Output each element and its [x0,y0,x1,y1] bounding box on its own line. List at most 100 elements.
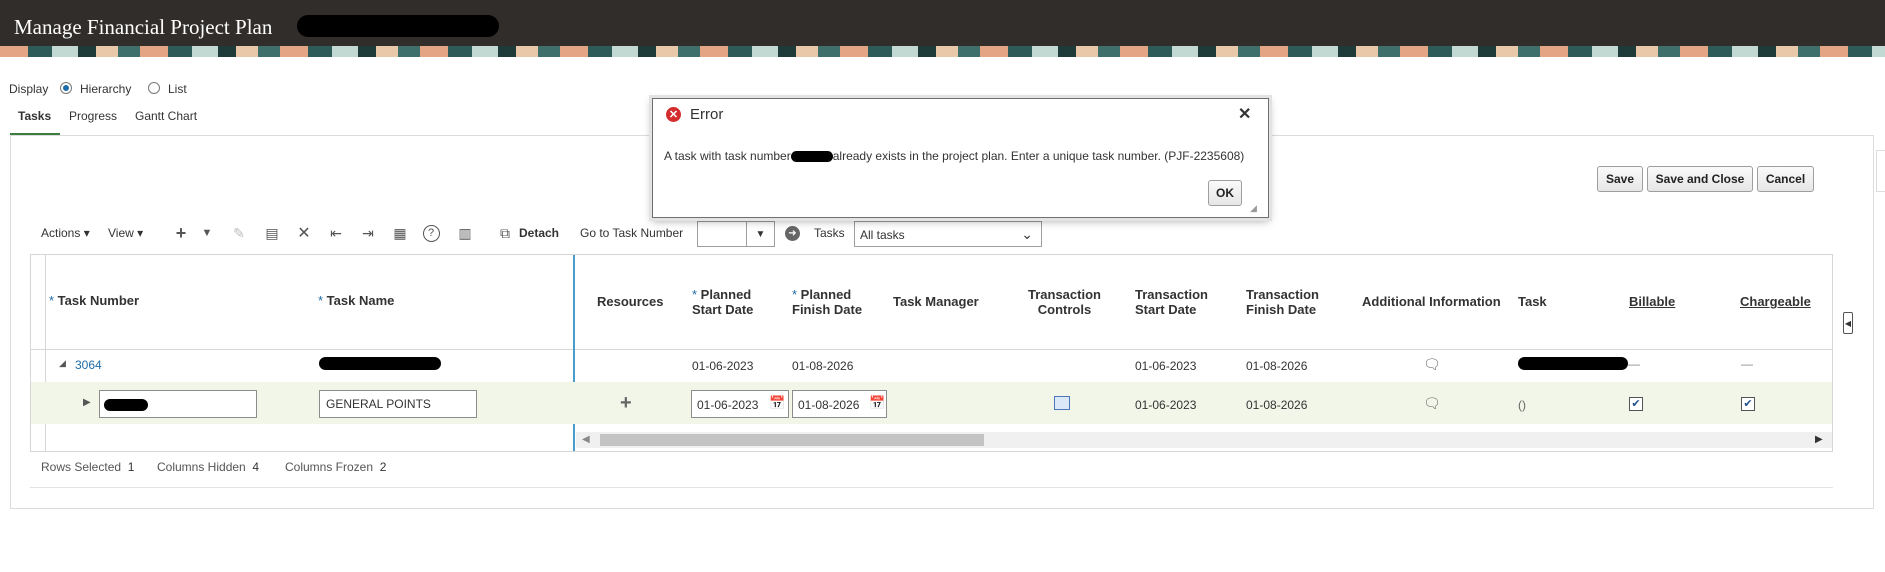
indent-icon[interactable]: ⇥ [359,224,377,242]
help-icon[interactable]: ? [422,224,440,242]
column-header-task[interactable]: Task [1518,294,1547,309]
error-icon: ✕ [666,107,681,122]
planned-finish-date-value: 01-08-2026 [798,398,860,412]
column-header-billable[interactable]: Billable [1629,294,1675,309]
planned-start-date: 01-06-2023 [692,359,754,373]
billable-checkbox[interactable]: ✔ [1629,397,1643,411]
chevron-down-icon: ▾ [137,226,144,240]
error-message: A task with task number already exists in… [664,149,1244,163]
scroll-right-icon[interactable]: ▶ [1815,434,1823,445]
cancel-button[interactable]: Cancel [1757,166,1814,192]
chargeable-value: — [1741,357,1753,371]
view-menu[interactable]: View ▾ [108,226,143,240]
go-arrow-icon[interactable]: ➜ [785,226,800,241]
chevron-down-icon: ⌄ [1021,226,1033,242]
display-hierarchy-label[interactable]: Hierarchy [80,82,131,96]
display-label: Display [9,82,49,96]
add-icon[interactable]: + [172,223,190,243]
close-icon[interactable]: ✕ [1238,104,1251,124]
planned-start-date-value: 01-06-2023 [697,398,759,412]
page-title: Manage Financial Project Plan [14,15,273,39]
task-value: () [1518,398,1526,412]
save-and-close-button[interactable]: Save and Close [1647,166,1753,192]
goto-task-number-label: Go to Task Number [580,226,684,240]
detach-icon[interactable]: ⧉ [496,224,514,242]
chargeable-checkbox[interactable]: ✔ [1741,397,1755,411]
display-list-label[interactable]: List [168,82,187,96]
actions-menu-label: Actions [41,226,81,240]
transaction-finish-date: 01-08-2026 [1246,359,1308,373]
transaction-finish-date: 01-08-2026 [1246,398,1308,412]
tab-progress[interactable]: Progress [69,109,117,123]
side-panel-edge [1876,150,1885,192]
task-name-input[interactable]: GENERAL POINTS [319,390,477,418]
save-button[interactable]: Save [1597,166,1643,192]
error-dialog-title: Error [690,106,724,123]
additional-info-icon[interactable]: 🗨 [1423,356,1441,373]
chevron-down-icon: ▾ [83,226,90,240]
planned-start-date-input[interactable]: 01-06-2023 📅 [691,390,789,418]
status-rows-selected: Rows Selected 1 [41,460,135,474]
actions-menu[interactable]: Actions ▾ [41,226,90,240]
columns-icon[interactable]: ▥ [456,224,474,242]
column-header-task-manager[interactable]: Task Manager [893,294,979,309]
tasks-filter-value: All tasks [860,228,905,242]
error-message-end: already exists in the project plan. Ente… [832,149,1245,163]
tasks-filter-select[interactable]: All tasks ⌄ [854,221,1042,247]
error-message-start: A task with task number [664,149,791,163]
redacted-task-value [1518,357,1628,370]
collapse-icon[interactable]: ◢ [59,358,66,369]
transaction-start-date: 01-06-2023 [1135,359,1197,373]
resize-handle-icon[interactable]: ◢ [1250,203,1257,214]
table-row-selected[interactable] [31,382,1832,424]
task-number-link[interactable]: 3064 [75,358,102,372]
display-list-radio[interactable] [148,82,160,94]
ok-button[interactable]: OK [1208,180,1242,206]
billable-value: — [1628,357,1640,371]
transaction-controls-icon[interactable] [1054,396,1070,410]
redacted-task-number [104,399,148,411]
display-hierarchy-radio[interactable] [60,82,72,94]
column-header-chargeable[interactable]: Chargeable [1740,294,1811,309]
add-resource-icon[interactable]: + [620,392,632,415]
planned-finish-date-input[interactable]: 01-08-2026 📅 [792,390,887,418]
expand-icon[interactable]: ▶ [83,397,91,408]
status-columns-hidden: Columns Hidden 4 [157,460,260,474]
redacted-task-number [790,151,833,163]
column-header-task-name[interactable]: * Task Name [318,293,394,308]
planned-finish-date: 01-08-2026 [792,359,854,373]
table-settings-icon[interactable]: ▦ [391,224,409,242]
chevron-down-icon[interactable]: ▼ [198,224,216,242]
transaction-start-date: 01-06-2023 [1135,398,1197,412]
calendar-icon[interactable]: 📅 [769,395,785,411]
view-menu-label: View [108,226,134,240]
status-columns-frozen: Columns Frozen 2 [285,460,387,474]
outdent-icon[interactable]: ⇤ [327,224,345,242]
goto-task-number-input[interactable]: ▼ [697,221,775,247]
app-header [0,0,1885,57]
header-decorative-band [0,46,1885,57]
tab-gantt-chart[interactable]: Gantt Chart [135,109,197,123]
column-header-resources[interactable]: Resources [597,294,663,309]
list-icon[interactable]: ▤ [263,224,281,242]
horizontal-scrollbar-thumb[interactable] [600,434,984,446]
column-header-task-number[interactable]: * Task Number [49,293,139,308]
column-header-transaction-start[interactable]: Transaction Start Date [1135,287,1208,317]
redacted-project-name [297,15,499,37]
scroll-left-icon[interactable]: ◀ [582,434,590,445]
column-header-planned-start[interactable]: * Planned Start Date [692,287,753,317]
detach-button[interactable]: Detach [519,226,559,240]
additional-info-icon[interactable]: 🗨 [1423,395,1441,412]
column-header-transaction-controls[interactable]: Transaction Controls [1028,287,1101,317]
column-header-planned-finish[interactable]: * Planned Finish Date [792,287,862,317]
column-header-additional-information[interactable]: Additional Information [1362,294,1501,309]
side-panel-toggle-icon[interactable]: ◀ [1843,312,1853,334]
tasks-filter-label: Tasks [814,226,845,240]
column-header-transaction-finish[interactable]: Transaction Finish Date [1246,287,1319,317]
status-divider [30,487,1833,488]
chevron-down-icon[interactable]: ▼ [746,222,774,246]
delete-icon[interactable]: ✕ [295,224,313,242]
calendar-icon[interactable]: 📅 [869,395,885,411]
tab-tasks[interactable]: Tasks [18,109,51,123]
edit-icon[interactable]: ✎ [230,224,248,242]
